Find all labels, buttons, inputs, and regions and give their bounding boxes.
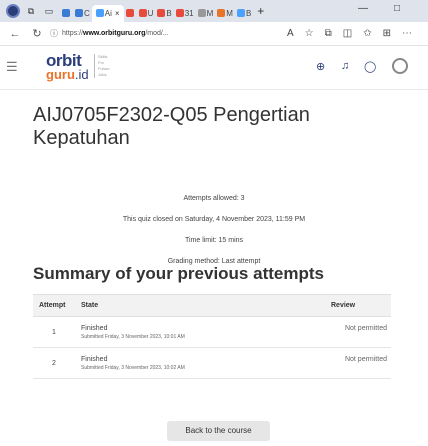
attempt-number: 1 xyxy=(33,316,75,348)
split-screen-icon[interactable]: ◫ xyxy=(343,28,352,39)
attempts-allowed: Attempts allowed: 3 xyxy=(183,195,245,202)
menu-icon[interactable]: ☰ xyxy=(6,59,18,75)
back-arrow-icon[interactable]: ← xyxy=(8,28,22,40)
browser-tab[interactable]: Ai × xyxy=(91,4,124,22)
review-status: Not permitted xyxy=(311,316,391,348)
site-logo[interactable]: orbit guru.id xyxy=(34,51,90,85)
tab-favicon-icon xyxy=(197,9,206,17)
summary-heading: Summary of your previous attempts xyxy=(33,264,324,283)
attempt-state: Finished Submitted Friday, 3 November 20… xyxy=(75,316,311,348)
tab-label: B xyxy=(166,8,172,18)
tab-favicon-icon xyxy=(62,9,70,17)
tab-label: M xyxy=(206,8,214,18)
browser-tab[interactable]: B xyxy=(235,5,253,22)
extensions-icon[interactable]: ⧉ xyxy=(325,28,332,39)
time-limit: Time limit: 15 mins xyxy=(184,237,244,244)
tab-favicon-icon xyxy=(217,9,226,17)
header-review: Review xyxy=(311,294,391,317)
review-status: Not permitted xyxy=(311,347,391,379)
table-row: 2 Finished Submitted Friday, 3 November … xyxy=(33,347,391,379)
page-title: AIJ0705F2302-Q05 Pengertian Kepatuhan xyxy=(33,104,310,149)
tab-favicon-icon xyxy=(75,9,83,17)
favorite-star-icon[interactable]: ☆ xyxy=(305,28,314,39)
new-tab-button[interactable]: + xyxy=(257,4,264,18)
tab-label: U xyxy=(147,8,154,18)
tab-favicon-icon xyxy=(175,9,184,17)
back-to-course-button[interactable]: Back to the course xyxy=(167,421,270,441)
tab-label: M xyxy=(226,8,233,18)
state-label: Finished xyxy=(81,324,108,332)
read-aloud-icon[interactable]: A xyxy=(287,28,294,39)
logo-word-guru: guru.id xyxy=(46,67,89,82)
url-domain: www.orbitguru.org xyxy=(83,30,146,37)
tab-label: C xyxy=(84,8,90,18)
header-attempt: Attempt xyxy=(33,294,75,317)
notification-bell-icon[interactable]: ♫ xyxy=(341,60,349,72)
table-row: 1 Finished Submitted Friday, 3 November … xyxy=(33,316,391,348)
attempt-number: 2 xyxy=(33,347,75,379)
favorites-icon[interactable]: ✩ xyxy=(363,28,371,39)
submitted-date: Submitted Friday, 3 November 2023, 10:01… xyxy=(81,333,185,340)
minimize-button[interactable]: — xyxy=(358,3,368,14)
tab-list: C Ai × U B 31 M M B xyxy=(60,0,253,22)
url-path: /mod/... xyxy=(145,30,169,37)
maximize-button[interactable]: □ xyxy=(394,3,400,14)
workspaces-icon[interactable]: ▭ xyxy=(42,4,56,18)
table-header-row: Attempt State Review xyxy=(33,294,391,317)
tab-actions-icon[interactable]: ⧉ xyxy=(24,4,38,18)
tab-favicon-icon xyxy=(95,9,104,17)
tab-favicon-icon xyxy=(138,9,147,17)
collections-icon[interactable]: ⊞ xyxy=(383,28,391,39)
browser-profile-icon[interactable] xyxy=(6,4,20,18)
browser-tab[interactable] xyxy=(60,5,73,22)
logo-tagline: Skills For Future Jobs xyxy=(94,54,114,78)
user-avatar[interactable] xyxy=(392,58,408,74)
browser-tab-strip: ⧉ ▭ C Ai × U B 31 M M B + — □ xyxy=(0,0,428,22)
browser-tab[interactable]: M xyxy=(196,5,216,22)
header-state: State xyxy=(75,294,311,317)
site-info-icon[interactable]: ⓘ xyxy=(50,28,58,39)
tab-favicon-icon xyxy=(236,9,245,17)
browser-tab[interactable]: B xyxy=(155,5,173,22)
message-icon[interactable]: ◯ xyxy=(364,60,376,73)
attempts-table: Attempt State Review 1 Finished Submitte… xyxy=(33,294,391,379)
url-field[interactable]: ⓘ https://www.orbitguru.org/mod/... xyxy=(50,25,276,42)
refresh-icon[interactable]: ↻ xyxy=(30,27,44,40)
browser-tab[interactable]: C xyxy=(73,5,92,22)
browser-tab[interactable]: 31 xyxy=(174,5,196,22)
url-prefix: https:// xyxy=(62,30,84,37)
tab-favicon-icon xyxy=(125,9,134,17)
browser-tab[interactable]: M xyxy=(215,5,235,22)
attempt-state: Finished Submitted Friday, 3 November 20… xyxy=(75,347,311,379)
submitted-date: Submitted Friday, 3 November 2023, 10:02… xyxy=(81,364,185,371)
tab-favicon-icon xyxy=(157,9,166,17)
tab-label: B xyxy=(245,8,252,18)
tab-label: Ai xyxy=(104,8,112,18)
tab-label: 31 xyxy=(184,8,194,18)
browser-tab[interactable] xyxy=(124,5,137,22)
address-bar: ← ↻ ⓘ https://www.orbitguru.org/mod/... … xyxy=(0,22,428,46)
close-tab-icon[interactable]: × xyxy=(115,9,120,18)
more-menu-icon[interactable]: ⋯ xyxy=(402,28,412,39)
state-label: Finished xyxy=(81,355,108,363)
globe-icon[interactable]: ⊕ xyxy=(316,60,325,73)
quiz-closed-date: This quiz closed on Saturday, 4 November… xyxy=(122,216,306,223)
browser-tab[interactable]: U xyxy=(137,5,156,22)
site-header: ☰ orbit guru.id Skills For Future Jobs ⊕… xyxy=(0,46,428,90)
